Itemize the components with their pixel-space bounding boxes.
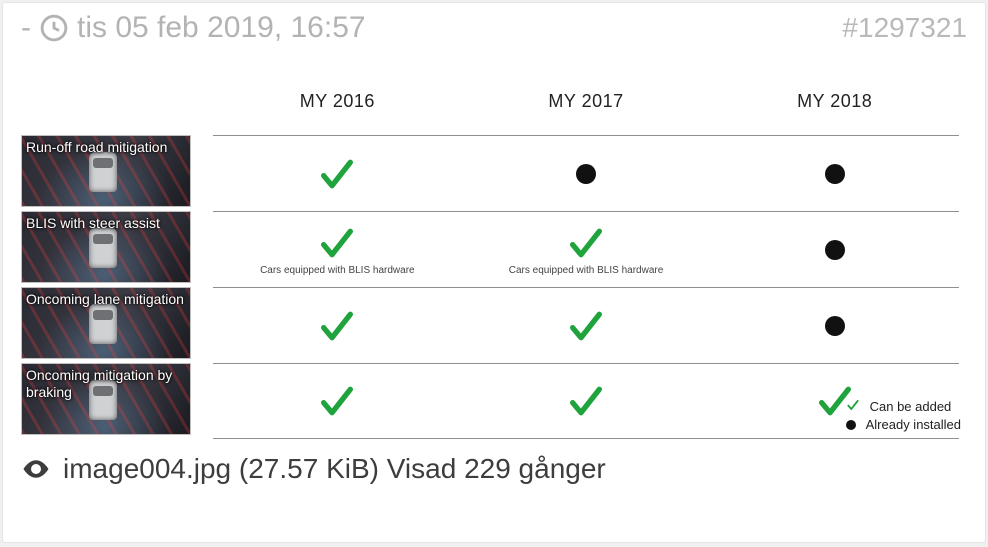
row-label: Oncoming lane mitigation — [26, 291, 186, 308]
row-thumb-runoff: Run-off road mitigation — [21, 135, 191, 207]
check-icon — [317, 381, 357, 421]
legend: Can be added Already installed — [846, 396, 961, 432]
check-icon — [317, 306, 357, 346]
cell-note: Cars equipped with BLIS hardware — [509, 265, 664, 276]
legend-item: Can be added — [846, 398, 961, 415]
dot-icon — [825, 316, 845, 336]
attachment-caption: image004.jpg (27.57 KiB) Visad 229 gånge… — [21, 453, 967, 485]
cell — [462, 164, 711, 184]
cell-note: Cars equipped with BLIS hardware — [260, 265, 415, 276]
row-labels: Run-off road mitigation BLIS with steer … — [21, 67, 191, 439]
col-header: MY 2018 — [710, 91, 959, 112]
dot-icon — [825, 164, 845, 184]
cell — [213, 381, 462, 421]
post-date: - tis 05 feb 2019, 16:57 — [21, 11, 366, 45]
table-row — [213, 135, 959, 211]
col-header: MY 2017 — [462, 91, 711, 112]
row-label: BLIS with steer assist — [26, 215, 186, 232]
col-header: MY 2016 — [213, 91, 462, 112]
post-date-text: tis 05 feb 2019, 16:57 — [77, 11, 366, 45]
legend-text: Already installed — [866, 417, 961, 432]
cell: Cars equipped with BLIS hardware — [462, 223, 711, 276]
cell — [213, 154, 462, 194]
row-thumb-oncoming-brake: Oncoming mitigation by braking — [21, 363, 191, 435]
feature-matrix: Run-off road mitigation BLIS with steer … — [21, 67, 967, 439]
cell — [710, 240, 959, 260]
check-icon — [566, 223, 606, 263]
row-label: Run-off road mitigation — [26, 139, 186, 156]
cell — [710, 164, 959, 184]
dot-icon — [825, 240, 845, 260]
dot-icon — [576, 164, 596, 184]
legend-item: Already installed — [846, 417, 961, 432]
eye-icon — [21, 454, 51, 484]
cell — [462, 306, 711, 346]
row-thumb-oncoming-lane: Oncoming lane mitigation — [21, 287, 191, 359]
check-icon — [566, 381, 606, 421]
post-container: - tis 05 feb 2019, 16:57 #1297321 Run-of… — [2, 2, 986, 543]
legend-text: Can be added — [870, 399, 952, 414]
row-label: Oncoming mitigation by braking — [26, 367, 186, 401]
cell — [213, 306, 462, 346]
post-id-link[interactable]: #1297321 — [842, 12, 967, 44]
check-icon — [846, 398, 860, 415]
row-thumb-blis: BLIS with steer assist — [21, 211, 191, 283]
table-row — [213, 287, 959, 363]
table-header-row: MY 2016 MY 2017 MY 2018 — [213, 67, 959, 135]
table-row: Cars equipped with BLIS hardware Cars eq… — [213, 211, 959, 287]
cell — [462, 381, 711, 421]
dash: - — [21, 11, 31, 45]
cell: Cars equipped with BLIS hardware — [213, 223, 462, 276]
post-header: - tis 05 feb 2019, 16:57 #1297321 — [21, 11, 967, 45]
check-icon — [317, 154, 357, 194]
table-grid: MY 2016 MY 2017 MY 2018 Cars equipped wi… — [191, 67, 967, 439]
clock-icon — [39, 13, 69, 43]
check-icon — [566, 306, 606, 346]
dot-icon — [846, 420, 856, 430]
attachment-text: image004.jpg (27.57 KiB) Visad 229 gånge… — [63, 453, 606, 485]
check-icon — [317, 223, 357, 263]
cell — [710, 316, 959, 336]
